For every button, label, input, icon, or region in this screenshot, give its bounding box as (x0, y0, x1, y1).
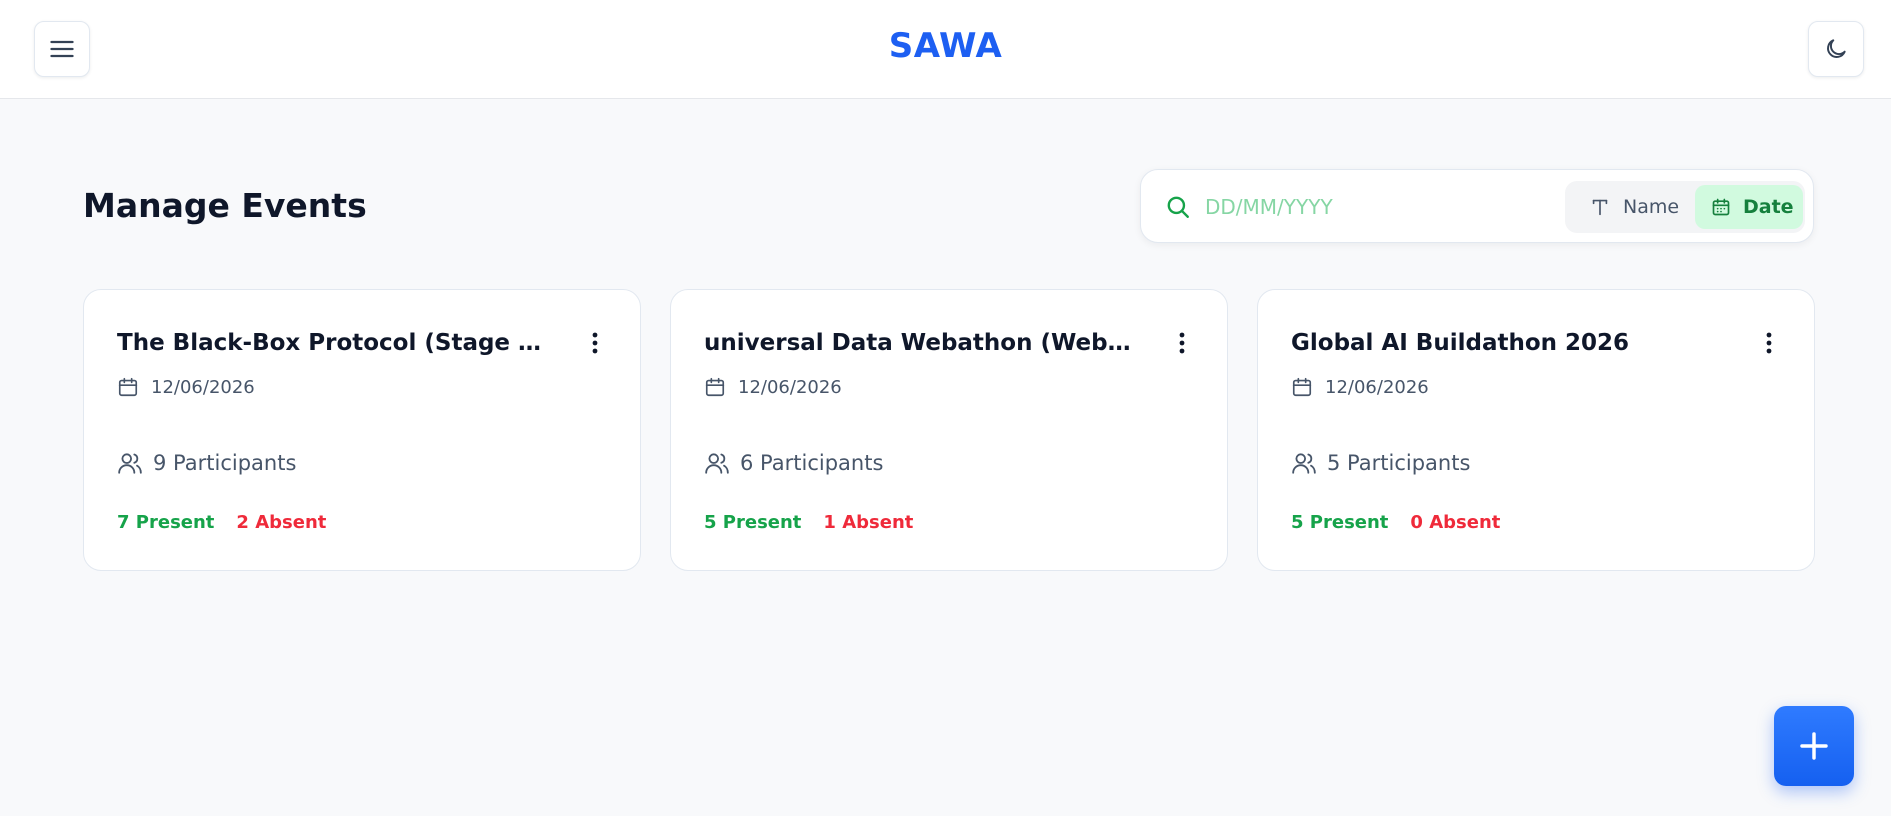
event-date: 12/06/2026 (704, 376, 842, 398)
attendance-stats: 5 Present 0 Absent (1291, 512, 1500, 533)
search-by-date-label: Date (1743, 196, 1794, 218)
more-vertical-icon (1766, 332, 1772, 354)
participants-count: 6 Participants (740, 451, 884, 475)
event-options-button[interactable] (1167, 328, 1197, 358)
theme-toggle-button[interactable] (1808, 21, 1864, 77)
calendar-icon (1292, 377, 1312, 397)
event-card[interactable]: Global AI Buildathon 2026 12/06/2026 5 P… (1257, 289, 1815, 571)
attendance-stats: 7 Present 2 Absent (117, 512, 326, 533)
participants-count: 5 Participants (1327, 451, 1471, 475)
present-count: 5 Present (704, 512, 802, 533)
event-title: universal Data Webathon (WebForge) (704, 330, 1144, 356)
event-card[interactable]: The Black-Box Protocol (Stage 01: Initia… (83, 289, 641, 571)
present-count: 7 Present (117, 512, 215, 533)
absent-count: 0 Absent (1410, 512, 1501, 533)
calendar-icon (705, 377, 725, 397)
app-logo: SAWA (888, 26, 1003, 66)
add-event-button[interactable] (1774, 706, 1854, 786)
menu-button[interactable] (34, 21, 90, 77)
top-bar: SAWA (0, 0, 1891, 99)
hamburger-menu-icon (50, 40, 74, 58)
users-icon (705, 453, 729, 474)
event-participants: 5 Participants (1291, 450, 1470, 476)
event-date: 12/06/2026 (117, 376, 255, 398)
text-t-icon (1592, 199, 1608, 216)
present-count: 5 Present (1291, 512, 1389, 533)
moon-icon (1827, 39, 1846, 58)
calendar-icon (1712, 198, 1730, 216)
calendar-icon (118, 377, 138, 397)
event-card[interactable]: universal Data Webathon (WebForge) 12/06… (670, 289, 1228, 571)
more-vertical-icon (1179, 332, 1185, 354)
event-date-text: 12/06/2026 (151, 376, 255, 398)
search-by-date-toggle[interactable]: Date (1695, 185, 1803, 229)
event-date-text: 12/06/2026 (738, 376, 842, 398)
users-icon (1292, 453, 1316, 474)
participants-count: 9 Participants (153, 451, 297, 475)
event-participants: 9 Participants (117, 450, 296, 476)
absent-count: 1 Absent (823, 512, 914, 533)
search-mode-toggle: Name Date (1565, 181, 1805, 233)
search-by-name-label: Name (1623, 196, 1680, 218)
users-icon (118, 453, 142, 474)
event-search-bar: Name Date (1140, 169, 1814, 243)
plus-icon (1800, 732, 1828, 760)
attendance-stats: 5 Present 1 Absent (704, 512, 913, 533)
event-title: The Black-Box Protocol (Stage 01: Initia… (117, 330, 557, 356)
event-date-text: 12/06/2026 (1325, 376, 1429, 398)
event-title: Global AI Buildathon 2026 (1291, 330, 1630, 356)
absent-count: 2 Absent (236, 512, 327, 533)
search-input[interactable] (1205, 188, 1545, 226)
more-vertical-icon (592, 332, 598, 354)
event-date: 12/06/2026 (1291, 376, 1429, 398)
page-title: Manage Events (83, 186, 367, 225)
event-participants: 6 Participants (704, 450, 883, 476)
search-icon (1167, 196, 1189, 218)
event-options-button[interactable] (580, 328, 610, 358)
search-by-name-toggle[interactable]: Name (1573, 185, 1695, 229)
event-options-button[interactable] (1754, 328, 1784, 358)
